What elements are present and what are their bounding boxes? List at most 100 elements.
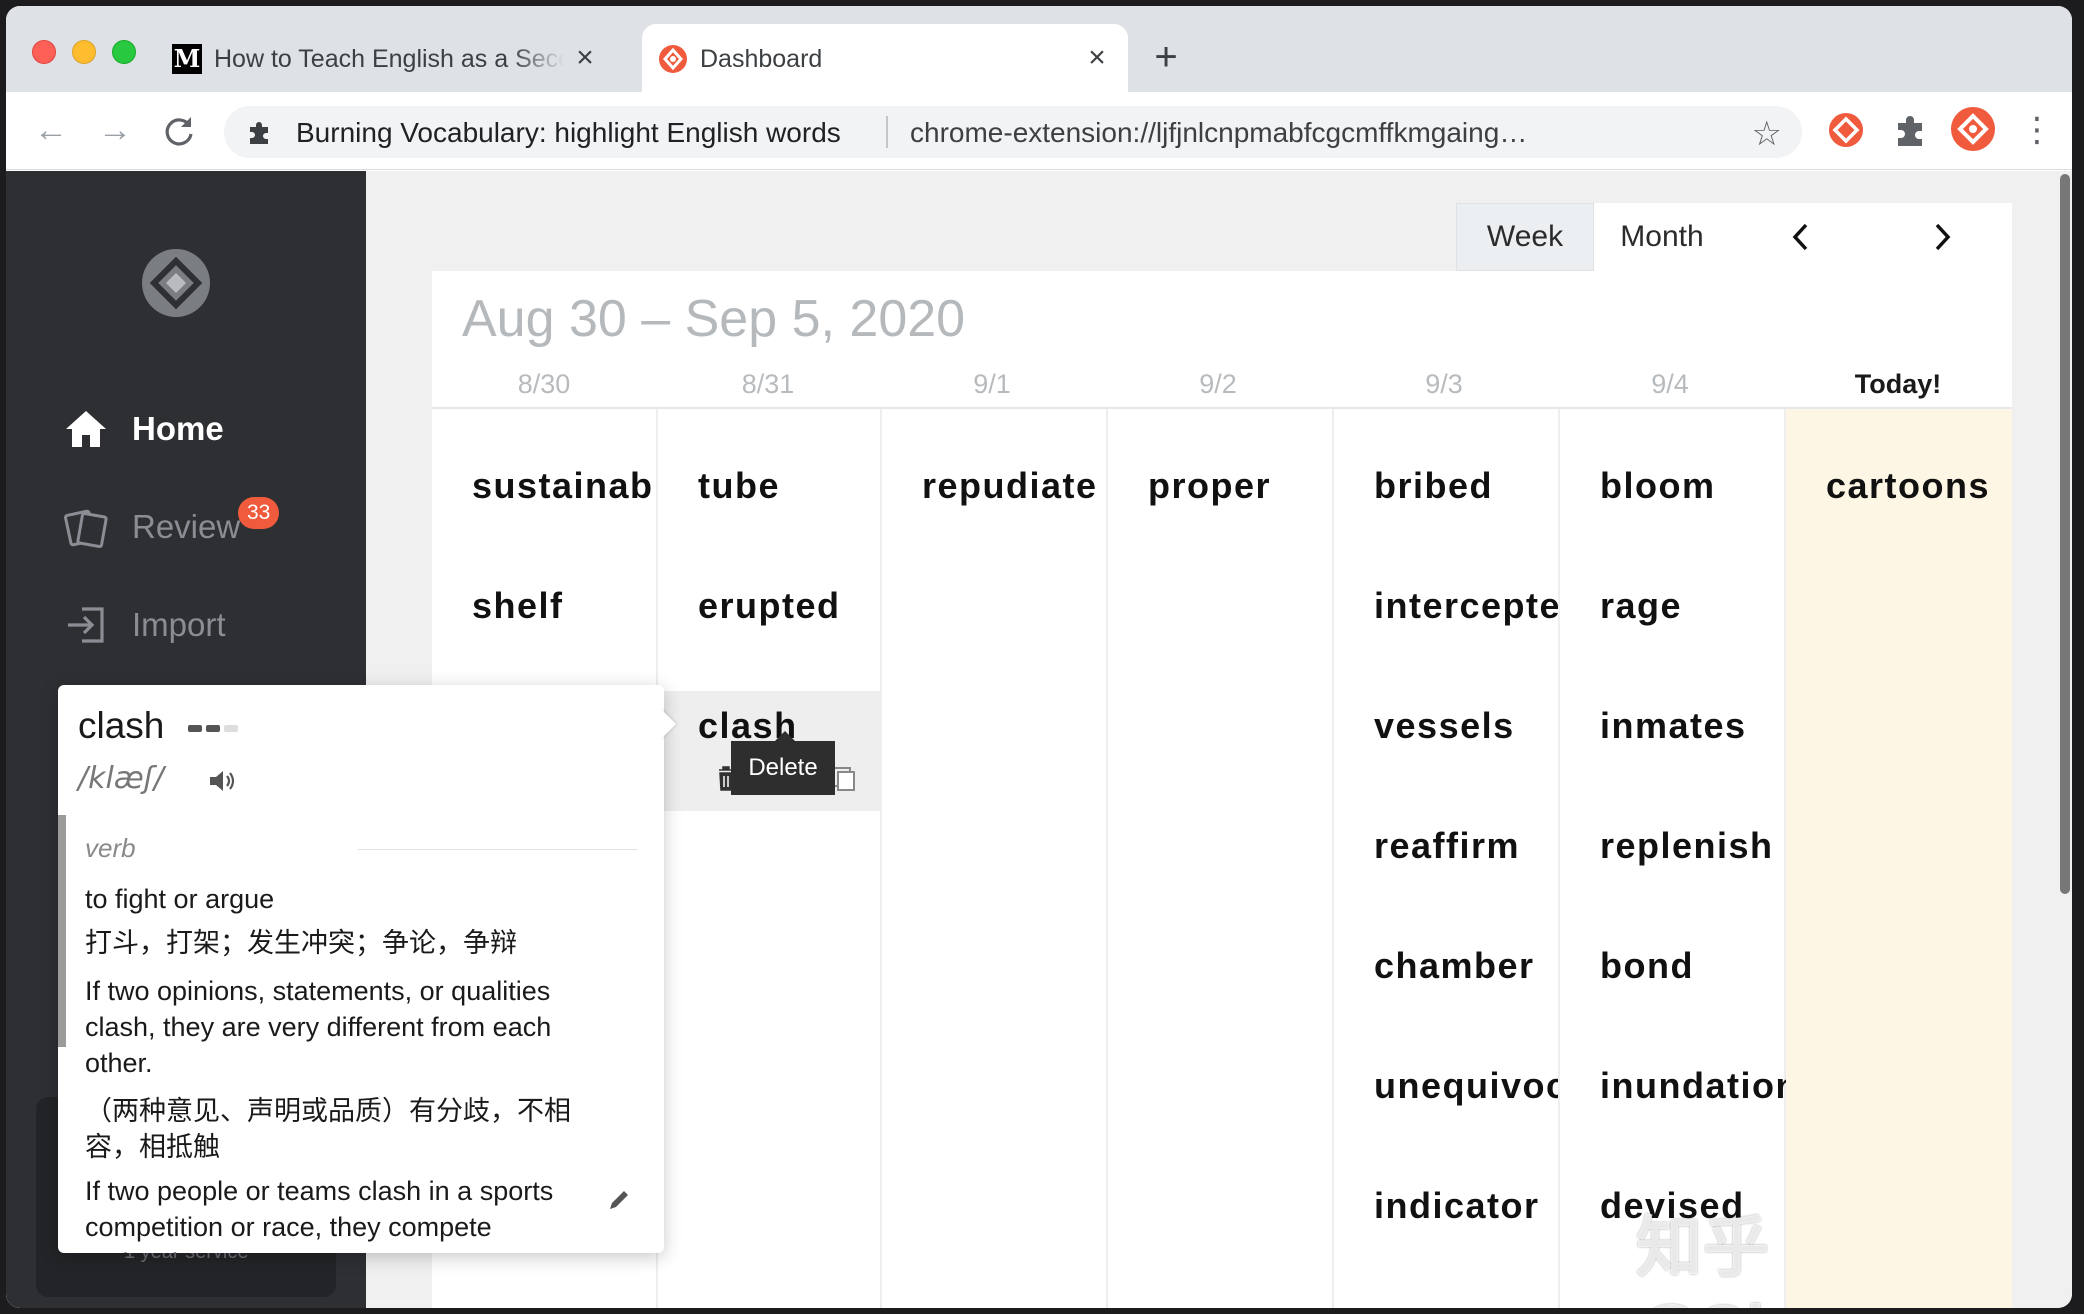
sidebar-item-home[interactable]: Home: [62, 399, 362, 459]
delete-tooltip: Delete: [731, 731, 835, 795]
view-switch: Week Month: [1456, 203, 2012, 271]
vocab-word[interactable]: vessels: [1374, 705, 1515, 747]
week-view-button[interactable]: Week: [1456, 203, 1594, 271]
vocab-word[interactable]: bond: [1600, 945, 1694, 987]
sidebar-item-label: Import: [132, 606, 226, 643]
browser-toolbar: ← → Burning Vocabulary: highlight Englis…: [6, 92, 2072, 170]
definition-line: 打斗，打架；发生冲突；争论，争辩: [85, 928, 517, 958]
zoom-window-button[interactable]: [112, 40, 136, 64]
level-bar: [188, 725, 202, 732]
day-column: bribed intercepted vessels reaffirm cham…: [1334, 409, 1560, 1308]
popover-divider: [358, 849, 638, 850]
close-tab-icon[interactable]: ×: [1082, 43, 1112, 74]
edit-pencil-icon[interactable]: [604, 1185, 634, 1215]
vocab-word[interactable]: reaffirm: [1374, 825, 1520, 867]
column-header: 8/30: [517, 369, 571, 399]
burning-vocabulary-extension-icon[interactable]: [1826, 110, 1866, 150]
vocab-word[interactable]: bribed: [1374, 465, 1493, 507]
reload-icon[interactable]: [160, 112, 198, 150]
import-icon: [68, 607, 104, 643]
close-tab-icon[interactable]: ×: [570, 43, 600, 74]
column-header: 9/2: [1199, 369, 1237, 399]
profile-avatar-icon[interactable]: [1950, 106, 1996, 152]
new-tab-button[interactable]: +: [1146, 37, 1186, 78]
tab-dashboard[interactable]: Dashboard ×: [642, 24, 1128, 92]
tab-medium-article[interactable]: M How to Teach English as a Second Langu…: [156, 24, 616, 92]
previous-period-button[interactable]: [1730, 203, 1871, 271]
sidebar-item-review[interactable]: Review 33: [62, 497, 362, 557]
omnibox-separator: [886, 116, 888, 148]
column-header: 8/31: [741, 369, 795, 399]
chevron-right-icon: [1935, 223, 1950, 251]
tab-strip: M How to Teach English as a Second Langu…: [6, 6, 2072, 92]
day-column: repudiate: [882, 409, 1108, 1308]
column-header: 9/4: [1651, 369, 1689, 399]
browser-menu-icon[interactable]: ⋮: [2020, 110, 2054, 150]
day-column: tube erupted clash “: [658, 409, 882, 1308]
chevron-left-icon: [1792, 223, 1807, 251]
column-header: 9/1: [973, 369, 1011, 399]
page-scrollbar[interactable]: [2060, 174, 2070, 894]
definition-line: If two opinions, statements, or qualitie…: [85, 976, 552, 1078]
word-level-indicator: [188, 725, 242, 732]
definition-line: to fight or argue: [85, 884, 275, 914]
vocab-word[interactable]: tube: [698, 465, 780, 507]
popover-arrow: [660, 708, 676, 740]
definition-line: If two people or teams clash in a sports…: [85, 1176, 554, 1253]
word-definition-popover: clash /klæʃ/ verb to fight or argue 打斗，打…: [58, 685, 664, 1253]
review-count-badge: 33: [238, 497, 280, 529]
omnibox-site-name: Burning Vocabulary: highlight English wo…: [296, 117, 841, 148]
review-cards-icon: [64, 509, 108, 549]
forward-button[interactable]: →: [96, 112, 134, 150]
vocab-word[interactable]: shelf: [472, 585, 564, 627]
column-header: 9/3: [1425, 369, 1463, 399]
bookmark-star-icon[interactable]: ☆: [1752, 114, 1782, 154]
tab-title: How to Teach English as a Second Languag…: [214, 45, 564, 73]
close-window-button[interactable]: [32, 40, 56, 64]
level-bar: [224, 725, 238, 732]
popover-phonetic: /klæʃ/: [78, 761, 164, 796]
day-column-today: cartoons: [1786, 409, 2012, 1308]
omnibox-url[interactable]: chrome-extension://ljfjnlcnpmabfcgcmffkm…: [910, 117, 1534, 149]
medium-favicon-icon: M: [172, 44, 202, 74]
tab-title: Dashboard: [700, 45, 823, 73]
browser-window: M How to Teach English as a Second Langu…: [6, 6, 2072, 1308]
burning-vocabulary-favicon-icon: [659, 45, 687, 73]
extensions-puzzle-icon[interactable]: [1890, 110, 1930, 150]
week-calendar: Aug 30 – Sep 5, 2020 8/30 8/31 9/1 9/2 9…: [432, 271, 2012, 1308]
back-button[interactable]: ←: [32, 112, 70, 150]
day-column: proper: [1108, 409, 1334, 1308]
vocab-word[interactable]: sustainability: [472, 465, 656, 507]
vocab-word[interactable]: intercepted: [1374, 585, 1558, 627]
vocab-word[interactable]: cartoons: [1826, 465, 1990, 507]
next-period-button[interactable]: [1871, 203, 2012, 271]
popover-word: clash: [78, 705, 165, 746]
vocab-word[interactable]: unequivocal: [1374, 1065, 1558, 1107]
date-range-title: Aug 30 – Sep 5, 2020: [462, 290, 966, 348]
definition-line: （两种意见、声明或品质）有分歧，不相容，相抵触: [85, 1096, 571, 1162]
sidebar-item-import[interactable]: Import: [62, 595, 362, 655]
vocab-word[interactable]: inundation: [1600, 1065, 1799, 1107]
vocab-word[interactable]: proper: [1148, 465, 1271, 507]
vocab-word[interactable]: erupted: [698, 585, 841, 627]
vocab-word[interactable]: rage: [1600, 585, 1682, 627]
vocab-word[interactable]: replenish: [1600, 825, 1774, 867]
vocab-word[interactable]: repudiate: [922, 465, 1098, 507]
popover-accent-bar: [58, 815, 66, 1047]
month-view-button[interactable]: Month: [1594, 203, 1730, 271]
watermark: 知乎 @Shawn: [1636, 1210, 1918, 1308]
extension-puzzle-icon: [250, 122, 268, 144]
address-bar[interactable]: Burning Vocabulary: highlight English wo…: [224, 106, 1802, 158]
app-logo-icon: [142, 249, 210, 317]
vocab-word[interactable]: indicator: [1374, 1185, 1540, 1227]
minimize-window-button[interactable]: [72, 40, 96, 64]
vocab-word[interactable]: chamber: [1374, 945, 1535, 987]
column-header-today: Today!: [1854, 369, 1942, 399]
sidebar-item-label: Review: [132, 508, 241, 545]
day-column: bloom rage inmates replenish bond inunda…: [1560, 409, 1797, 1308]
vocab-word[interactable]: bloom: [1600, 465, 1715, 507]
speaker-icon[interactable]: [206, 765, 238, 797]
home-icon: [66, 411, 106, 447]
sidebar-item-label: Home: [132, 410, 224, 447]
vocab-word[interactable]: inmates: [1600, 705, 1747, 747]
